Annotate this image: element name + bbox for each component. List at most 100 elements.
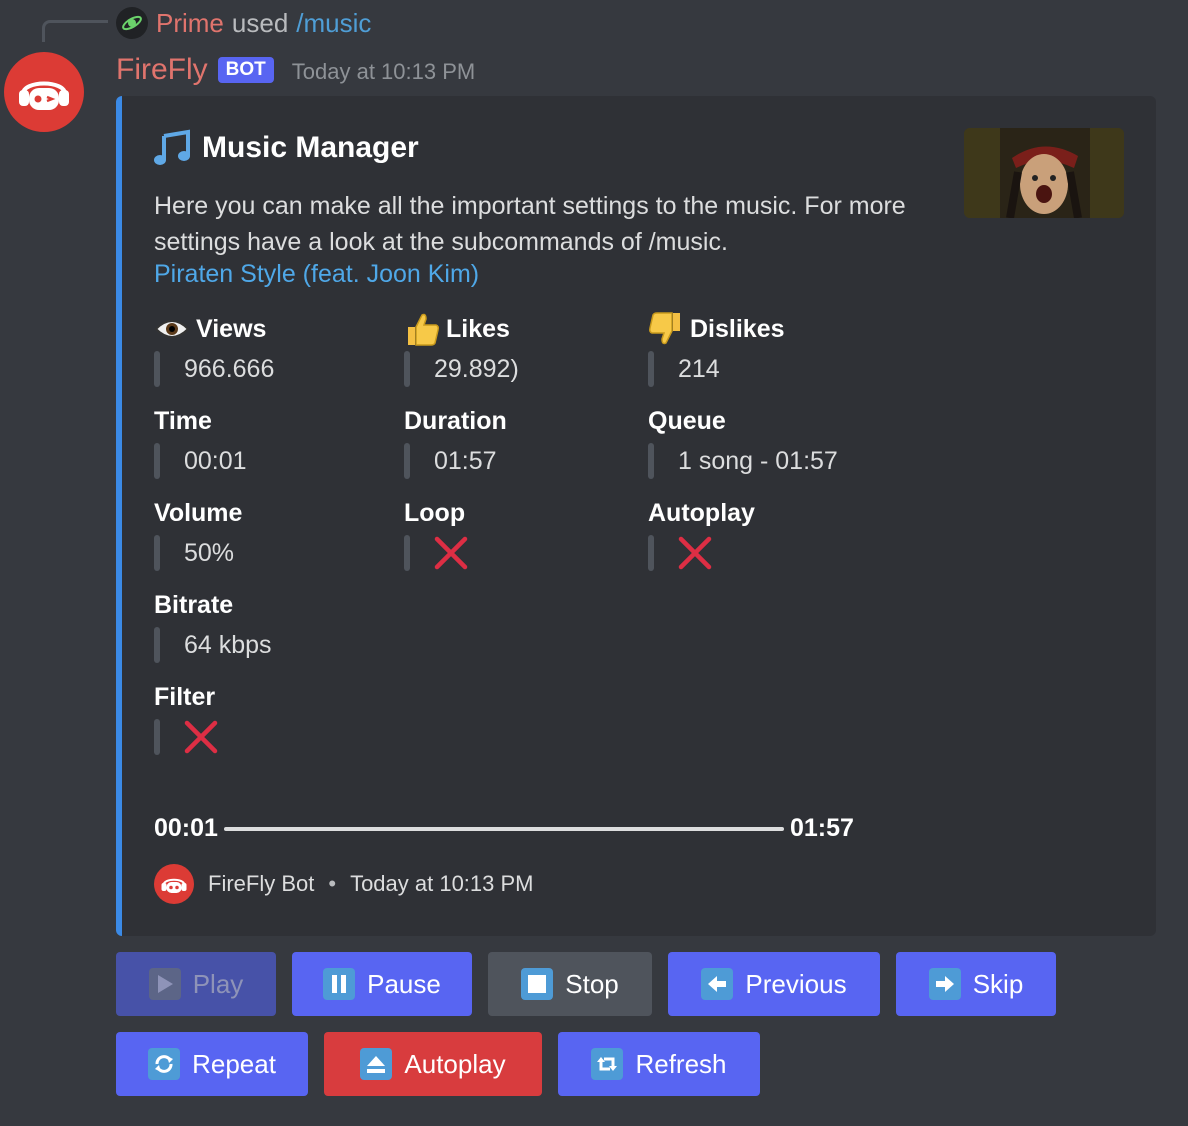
quote-bar bbox=[404, 351, 410, 387]
controls-row-1: Play Pause Stop Previous Skip bbox=[116, 952, 1056, 1016]
footer-name: FireFly Bot bbox=[208, 871, 315, 896]
embed-title-text: Music Manager bbox=[202, 131, 419, 164]
field-duration-value: 01:57 bbox=[404, 442, 644, 480]
field-loop-value bbox=[404, 534, 644, 572]
field-filter-label: Filter bbox=[154, 682, 216, 711]
field-volume-label: Volume bbox=[154, 498, 243, 527]
playback-progress: 00:01 01:57 bbox=[154, 814, 854, 843]
quote-bar bbox=[154, 443, 160, 479]
discord-headphones-icon bbox=[19, 81, 69, 110]
quote-bar bbox=[404, 535, 410, 571]
field-volume-value: 50% bbox=[154, 534, 394, 572]
previous-button[interactable]: Previous bbox=[668, 952, 880, 1016]
bot-badge: BOT bbox=[217, 57, 274, 83]
refresh-button-label: Refresh bbox=[635, 1048, 727, 1079]
cross-mark-icon bbox=[434, 536, 468, 570]
skip-button[interactable]: Skip bbox=[896, 952, 1056, 1016]
play-button[interactable]: Play bbox=[116, 952, 276, 1016]
footer-timestamp: Today at 10:13 PM bbox=[350, 871, 534, 896]
field-views-value: 966.666 bbox=[154, 350, 394, 388]
field-autoplay-value bbox=[648, 534, 888, 572]
reply-connector bbox=[42, 20, 108, 42]
musical-note-icon bbox=[154, 129, 190, 165]
music-embed: Music Manager Here you can make all the … bbox=[116, 96, 1156, 936]
reply-username[interactable]: Prime bbox=[156, 8, 224, 39]
quote-bar bbox=[648, 351, 654, 387]
cross-mark-icon bbox=[678, 536, 712, 570]
progress-current-time: 00:01 bbox=[154, 814, 218, 842]
reply-used-text: used bbox=[231, 7, 289, 38]
quote-bar bbox=[154, 535, 160, 571]
quote-bar bbox=[154, 627, 160, 663]
field-duration: Duration 01:57 bbox=[404, 404, 644, 480]
message-header: FireFly BOT Today at 10:13 PM bbox=[116, 50, 475, 90]
quote-bar bbox=[154, 719, 160, 755]
planet-icon bbox=[122, 15, 142, 31]
progress-total-time: 01:57 bbox=[789, 814, 854, 842]
song-link[interactable]: Piraten Style (feat. Joon Kim) bbox=[154, 260, 479, 289]
refresh-button[interactable]: Refresh bbox=[558, 1032, 760, 1096]
stop-button[interactable]: Stop bbox=[488, 952, 652, 1016]
field-volume: Volume 50% bbox=[154, 496, 394, 572]
reply-avatar[interactable] bbox=[116, 7, 148, 39]
field-queue-label: Queue bbox=[648, 406, 726, 435]
duration-value: 01:57 bbox=[434, 446, 497, 475]
field-time: Time 00:01 bbox=[154, 404, 394, 480]
discord-headphones-icon bbox=[161, 878, 187, 893]
field-views-name: Views bbox=[154, 312, 394, 346]
reply-command[interactable]: /music bbox=[296, 8, 371, 39]
previous-button-label: Previous bbox=[745, 968, 847, 999]
stop-button-label: Stop bbox=[565, 968, 619, 999]
likes-count: 29.892) bbox=[434, 354, 519, 383]
field-dislikes-label: Dislikes bbox=[690, 314, 785, 343]
skip-button-label: Skip bbox=[972, 968, 1024, 999]
field-time-label: Time bbox=[154, 406, 212, 435]
embed-footer: FireFly Bot • Today at 10:13 PM bbox=[154, 864, 534, 904]
field-time-value: 00:01 bbox=[154, 442, 394, 480]
field-loop: Loop bbox=[404, 496, 644, 572]
field-queue-value: 1 song - 01:57 bbox=[648, 442, 948, 480]
volume-value: 50% bbox=[184, 538, 235, 567]
controls-row-2: Repeat Autoplay Refresh bbox=[116, 1032, 760, 1096]
views-count: 966.666 bbox=[184, 354, 275, 383]
field-duration-label: Duration bbox=[404, 406, 507, 435]
autoplay-button[interactable]: Autoplay bbox=[324, 1032, 542, 1096]
pause-button[interactable]: Pause bbox=[292, 952, 472, 1016]
field-dislikes-value: 214 bbox=[648, 350, 888, 388]
embed-description: Here you can make all the important sett… bbox=[154, 192, 906, 256]
footer-separator: • bbox=[328, 871, 337, 896]
bot-avatar[interactable] bbox=[4, 52, 84, 132]
field-autoplay: Autoplay bbox=[648, 496, 888, 572]
time-value: 00:01 bbox=[184, 446, 247, 475]
arrow-right-icon bbox=[928, 968, 961, 1000]
quote-bar bbox=[648, 443, 654, 479]
progress-track bbox=[223, 826, 784, 831]
thumbnail-image bbox=[964, 128, 1124, 218]
refresh-icon bbox=[591, 1048, 624, 1080]
play-button-label: Play bbox=[192, 968, 244, 999]
autoplay-button-label: Autoplay bbox=[404, 1048, 506, 1079]
quote-bar bbox=[404, 443, 410, 479]
repeat-button[interactable]: Repeat bbox=[116, 1032, 308, 1096]
field-dislikes-name: Dislikes bbox=[648, 312, 888, 346]
queue-value: 1 song - 01:57 bbox=[678, 446, 838, 475]
song-thumbnail[interactable] bbox=[964, 128, 1124, 218]
play-icon bbox=[148, 968, 181, 1000]
field-filter-value bbox=[154, 718, 394, 756]
field-autoplay-label: Autoplay bbox=[648, 498, 755, 527]
field-loop-label: Loop bbox=[404, 498, 466, 527]
field-likes-label: Likes bbox=[446, 314, 510, 343]
reply-context[interactable]: Prime used /music bbox=[116, 6, 371, 40]
pause-icon bbox=[323, 968, 356, 1000]
message-timestamp: Today at 10:13 PM bbox=[291, 59, 476, 84]
dislikes-count: 214 bbox=[678, 354, 720, 383]
stop-icon bbox=[521, 968, 554, 1000]
field-likes: Likes 29.892) bbox=[404, 312, 644, 388]
field-likes-value: 29.892) bbox=[404, 350, 644, 388]
thumbs-up-icon bbox=[408, 313, 439, 346]
eye-icon bbox=[154, 320, 190, 338]
bot-username[interactable]: FireFly bbox=[116, 53, 208, 87]
eject-icon bbox=[360, 1048, 393, 1080]
arrow-left-icon bbox=[701, 968, 734, 1000]
field-views: Views 966.666 bbox=[154, 312, 394, 388]
